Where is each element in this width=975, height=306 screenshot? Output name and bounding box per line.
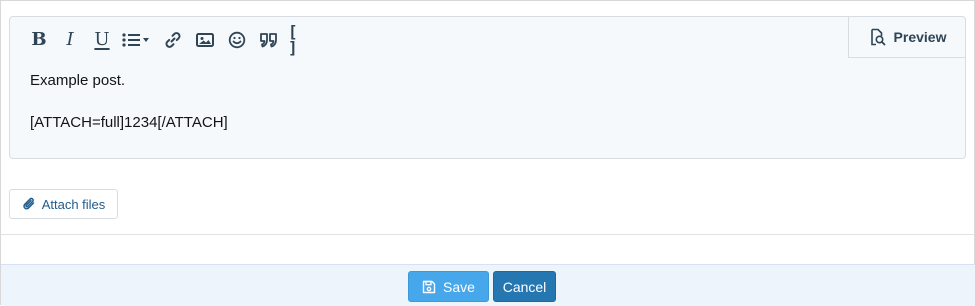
divider (1, 234, 975, 235)
rich-text-editor[interactable]: B I U [] Preview Example post. [ATTACH=… (9, 16, 966, 159)
smiley-icon (228, 31, 246, 49)
image-button[interactable] (192, 27, 218, 53)
attach-files-button[interactable]: Attach files (9, 189, 118, 219)
italic-icon: I (66, 29, 74, 50)
paperclip-icon (23, 197, 34, 210)
underline-button[interactable]: U (89, 27, 115, 53)
cancel-button[interactable]: Cancel (493, 271, 556, 302)
save-button[interactable]: Save (408, 271, 489, 302)
image-icon (196, 33, 214, 47)
attach-files-label: Attach files (41, 196, 106, 212)
link-button[interactable] (160, 27, 186, 53)
form-footer: Save Cancel (1, 264, 975, 306)
code-button[interactable]: [ ] (288, 22, 314, 57)
italic-button[interactable]: I (57, 27, 83, 53)
content-line: [ATTACH=full]1234[/ATTACH] (30, 114, 228, 131)
bold-icon: B (31, 29, 47, 50)
preview-search-icon (870, 28, 885, 46)
content-blank-line (30, 91, 228, 113)
save-label: Save (443, 278, 475, 295)
quote-icon (260, 33, 277, 48)
underline-icon: U (94, 29, 110, 50)
editor-content[interactable]: Example post. [ATTACH=full]1234[/ATTACH] (30, 71, 228, 133)
editor-toolbar: B I U [] (10, 17, 850, 61)
code-icon: [ ] (288, 22, 298, 57)
bold-button[interactable]: B (26, 27, 52, 53)
post-edit-form: B I U [] Preview Example post. [ATTACH=… (0, 0, 975, 306)
list-dropdown-button[interactable] (120, 27, 152, 53)
content-line: Example post. (30, 72, 126, 89)
preview-button[interactable]: Preview (848, 16, 966, 58)
cancel-label: Cancel (502, 278, 547, 295)
list-icon (122, 33, 149, 47)
emoji-button[interactable] (224, 27, 250, 53)
preview-label: Preview (893, 29, 947, 45)
link-icon (165, 32, 181, 48)
save-icon (422, 280, 436, 293)
quote-button[interactable] (256, 27, 282, 53)
